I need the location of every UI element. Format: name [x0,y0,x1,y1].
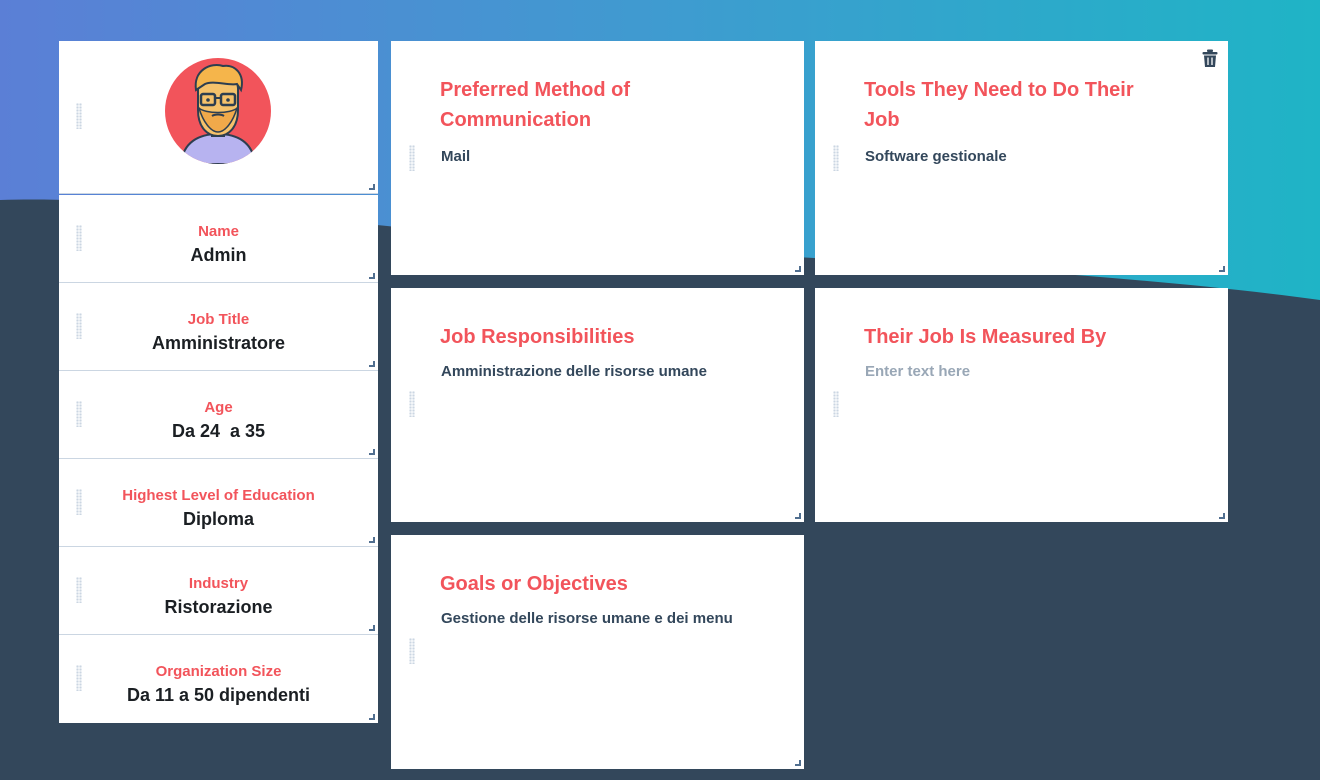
drag-handle-icon[interactable] [409,145,415,171]
avatar [165,58,271,164]
card-tools[interactable]: Tools They Need to Do Their Job Software… [815,41,1228,275]
card-goals[interactable]: Goals or Objectives Gestione delle risor… [391,535,804,769]
card-title: Goals or Objectives [440,573,628,595]
drag-handle-icon[interactable] [833,145,839,171]
resize-handle-icon[interactable] [369,714,375,720]
resize-handle-icon[interactable] [795,513,801,519]
resize-handle-icon[interactable] [369,625,375,631]
field-value[interactable]: Da 24 a 35 [59,421,378,442]
avatar-card [59,41,378,194]
field-label: Industry [188,575,249,592]
field-label: Highest Level of Education [122,487,315,504]
field-label: Job Title [187,311,250,328]
drag-handle-icon[interactable] [76,103,82,129]
resize-handle-icon[interactable] [369,537,375,543]
field-value[interactable]: Ristorazione [59,597,378,618]
field-industry[interactable]: Industry Ristorazione [59,547,378,635]
field-value[interactable]: Da 11 a 50 dipendenti [59,685,378,706]
card-body-placeholder[interactable]: Enter text here [865,363,970,380]
card-communication[interactable]: Preferred Method of Communication Mail [391,41,804,275]
card-body[interactable]: Amministrazione delle risorse umane [441,363,707,380]
resize-handle-icon[interactable] [369,273,375,279]
card-job-responsibilities[interactable]: Job Responsibilities Amministrazione del… [391,288,804,522]
drag-handle-icon[interactable] [409,638,415,664]
card-job-measured-by[interactable]: Their Job Is Measured By Enter text here [815,288,1228,522]
field-label: Name [198,223,239,240]
resize-handle-icon[interactable] [1219,513,1225,519]
resize-handle-icon[interactable] [795,266,801,272]
card-title: Preferred Method of Communication [440,79,631,131]
field-label: Age [204,399,233,416]
card-title: Their Job Is Measured By [864,326,1107,348]
resize-handle-icon[interactable] [369,449,375,455]
card-title: Job Responsibilities [440,326,635,348]
field-value[interactable]: Amministratore [59,333,378,354]
field-job-title[interactable]: Job Title Amministratore [59,283,378,371]
resize-handle-icon[interactable] [369,361,375,367]
card-body[interactable]: Software gestionale [865,148,1007,165]
resize-handle-icon[interactable] [1219,266,1225,272]
resize-handle-icon[interactable] [369,184,375,190]
field-name[interactable]: Name Admin [59,195,378,283]
drag-handle-icon[interactable] [833,391,839,417]
field-organization-size[interactable]: Organization Size Da 11 a 50 dipendenti [59,635,378,723]
field-value[interactable]: Admin [59,245,378,266]
card-body[interactable]: Gestione delle risorse umane e dei menu [441,610,733,627]
drag-handle-icon[interactable] [409,391,415,417]
card-body[interactable]: Mail [441,148,470,165]
resize-handle-icon[interactable] [795,760,801,766]
trash-icon[interactable] [1202,49,1218,68]
field-age[interactable]: Age Da 24 a 35 [59,371,378,459]
card-title: Tools They Need to Do Their Job [864,79,1134,131]
field-value[interactable]: Diploma [59,509,378,530]
field-education[interactable]: Highest Level of Education Diploma [59,459,378,547]
field-label: Organization Size [155,663,282,680]
